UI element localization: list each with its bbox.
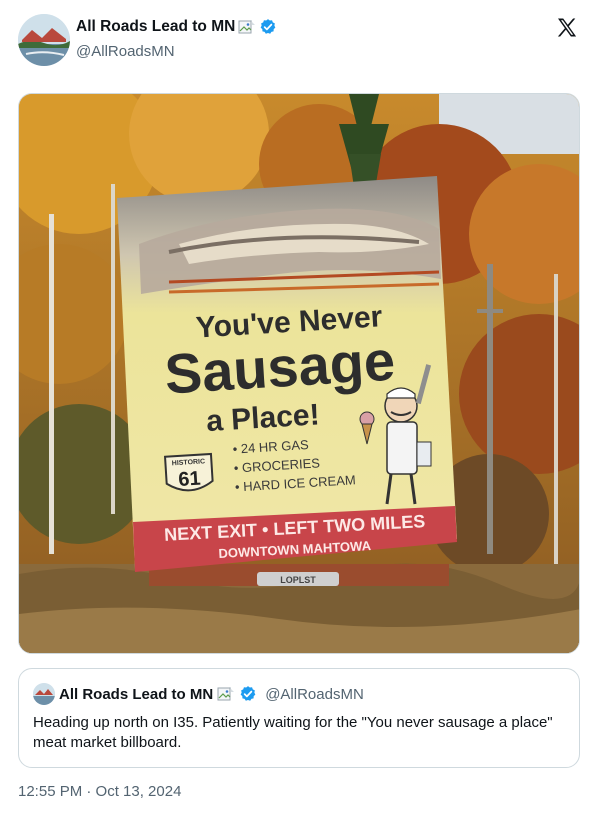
shield-number: 61	[178, 468, 202, 491]
billboard-photo: LOPLST You've Never Sausage a Place! HIS…	[19, 94, 579, 653]
broken-image-icon	[217, 686, 235, 702]
author-avatar[interactable]	[18, 14, 70, 66]
avatar-image	[18, 14, 70, 66]
base-sign-text: LOPLST	[280, 575, 316, 585]
x-logo-icon[interactable]	[555, 16, 579, 40]
billboard-line3: a Place!	[205, 398, 320, 438]
tweet-header: All Roads Lead to MN @AllRoadsMN	[18, 12, 585, 70]
quoted-tweet-header: All Roads Lead to MN @AllRoadsMN	[33, 683, 364, 705]
tweet-timestamp[interactable]: 12:55 PM · Oct 13, 2024	[18, 783, 181, 800]
route-shield-icon: HISTORIC 61	[163, 452, 214, 492]
quoted-author-display-name[interactable]: All Roads Lead to MN	[59, 686, 213, 703]
tweet-photo[interactable]: LOPLST You've Never Sausage a Place! HIS…	[18, 93, 580, 654]
verified-badge-icon	[259, 18, 277, 36]
quoted-author-handle[interactable]: @AllRoadsMN	[265, 686, 364, 703]
author-display-name[interactable]: All Roads Lead to MN	[76, 18, 235, 36]
quoted-tweet-text: Heading up north on I35. Patiently waiti…	[33, 714, 553, 751]
quoted-author-avatar[interactable]	[33, 683, 55, 705]
quoted-tweet[interactable]: All Roads Lead to MN @AllRoadsMN Heading…	[18, 668, 580, 768]
author-handle[interactable]: @AllRoadsMN	[76, 43, 175, 60]
author-name-row: All Roads Lead to MN	[76, 18, 277, 36]
broken-image-icon	[238, 19, 256, 35]
verified-badge-icon	[239, 685, 257, 703]
